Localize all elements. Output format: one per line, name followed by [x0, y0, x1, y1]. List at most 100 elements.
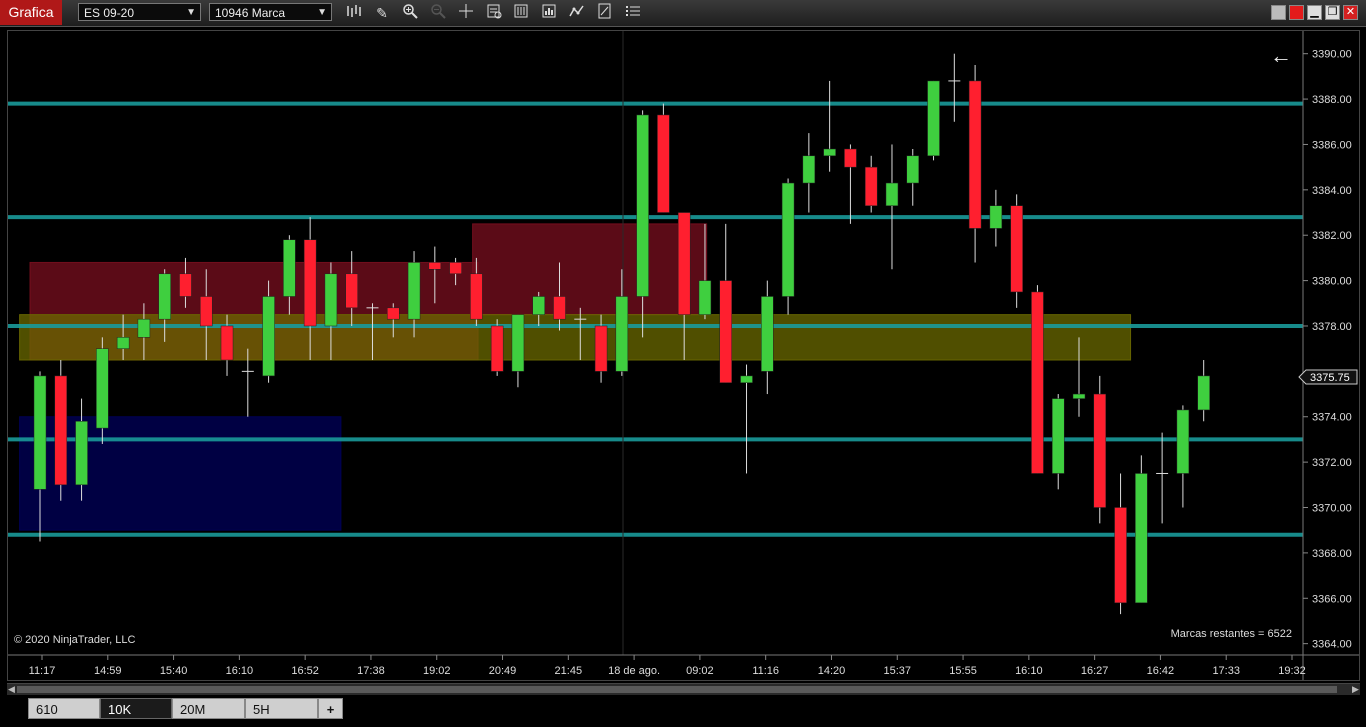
- time-tick-label: 11:16: [752, 665, 779, 677]
- data-box-icon[interactable]: [484, 3, 504, 23]
- time-tick-label: 16:10: [1015, 665, 1043, 677]
- tab-10k[interactable]: 10K: [100, 698, 172, 719]
- notes-icon[interactable]: [595, 3, 615, 23]
- scroll-right-icon[interactable]: ▶: [1351, 684, 1360, 695]
- candle-body: [220, 325, 234, 361]
- candle-body: [54, 375, 68, 486]
- candle[interactable]: [1093, 375, 1107, 524]
- bars-icon[interactable]: [344, 3, 364, 23]
- pencil-icon[interactable]: ✎: [372, 3, 392, 23]
- candle[interactable]: [490, 319, 504, 376]
- candle-body: [823, 148, 836, 157]
- candle-body: [802, 155, 816, 184]
- candle[interactable]: [781, 178, 795, 315]
- candle[interactable]: [864, 155, 878, 213]
- properties-icon[interactable]: [511, 3, 531, 23]
- time-tick-label: 15:55: [949, 665, 977, 677]
- candle-body: [470, 273, 483, 320]
- candle[interactable]: [823, 80, 836, 172]
- app-title[interactable]: Grafica: [0, 0, 62, 25]
- bar-type-selector[interactable]: 10946 Marca ▼: [209, 3, 332, 21]
- zoom-in-icon[interactable]: [400, 3, 420, 23]
- candle[interactable]: [1114, 473, 1127, 615]
- tab-20m[interactable]: 20M: [172, 698, 245, 719]
- time-tick-label: 20:49: [489, 665, 517, 677]
- scroll-thumb[interactable]: [17, 686, 1337, 693]
- candle[interactable]: [906, 148, 920, 206]
- zone-rect: [19, 416, 342, 531]
- candle[interactable]: [1010, 194, 1023, 308]
- bar-type-value: 10946 Marca: [215, 6, 286, 20]
- candle-body: [137, 318, 151, 338]
- time-tick-label: 17:33: [1212, 665, 1240, 677]
- candle[interactable]: [989, 189, 1003, 247]
- tab-bar: 610 10K 20M 5H +: [0, 696, 1366, 727]
- candle[interactable]: [54, 360, 68, 501]
- tab-610[interactable]: 610: [28, 698, 100, 719]
- candle[interactable]: [1051, 394, 1065, 490]
- candle[interactable]: [657, 103, 670, 213]
- scroll-left-icon[interactable]: ◀: [7, 684, 16, 695]
- candle-body: [387, 307, 400, 320]
- add-tab-button[interactable]: +: [318, 698, 343, 719]
- candle-body: [1010, 205, 1023, 293]
- time-tick-label: 11:17: [29, 665, 56, 677]
- candle[interactable]: [927, 80, 940, 161]
- price-chart[interactable]: 3390.00 3388.00 3386.00 3384.00 3382.00 3380.…: [8, 31, 1359, 680]
- color-swatch-gray[interactable]: [1271, 5, 1286, 20]
- candle-body: [844, 148, 857, 168]
- candle-body: [179, 273, 192, 297]
- chart-panel[interactable]: 3390.00 3388.00 3386.00 3384.00 3382.00 3380.…: [7, 30, 1360, 681]
- strategy-icon[interactable]: [539, 3, 559, 23]
- chevron-down-icon: ▼: [317, 7, 327, 18]
- candle-body: [449, 262, 462, 275]
- current-price-label: 3375.75: [1310, 372, 1350, 384]
- instrument-selector[interactable]: ES 09-20 ▼: [78, 3, 201, 21]
- candle[interactable]: [96, 337, 109, 444]
- indicators-icon[interactable]: [567, 3, 587, 23]
- candle-body: [927, 80, 940, 157]
- price-tick-label: 3370.00: [1312, 503, 1352, 515]
- candle-body: [740, 375, 753, 383]
- price-tick-label: 3366.00: [1312, 593, 1352, 605]
- candle[interactable]: [885, 144, 899, 270]
- candle-body: [553, 296, 566, 320]
- candle[interactable]: [844, 144, 857, 224]
- candle-body: [96, 348, 109, 429]
- candle-body: [594, 325, 608, 372]
- candle[interactable]: [719, 223, 732, 383]
- candle[interactable]: [1156, 432, 1169, 524]
- color-swatch-red[interactable]: [1289, 5, 1304, 20]
- candle[interactable]: [968, 65, 982, 263]
- candle-body: [407, 262, 421, 320]
- candle[interactable]: [1031, 285, 1044, 474]
- candle-body: [116, 337, 130, 349]
- close-icon[interactable]: ✕: [1343, 5, 1358, 20]
- candle[interactable]: [1197, 360, 1210, 422]
- candle[interactable]: [802, 133, 816, 213]
- list-icon[interactable]: [623, 3, 643, 23]
- candle-body: [1176, 409, 1190, 474]
- back-arrow-icon[interactable]: ←: [1270, 43, 1292, 68]
- zoom-out-icon[interactable]: [428, 3, 448, 23]
- time-tick-label: 14:20: [818, 665, 846, 677]
- chevron-down-icon: ▼: [186, 7, 196, 18]
- candle-body: [511, 314, 525, 372]
- horizontal-scrollbar[interactable]: ◀ ▶: [7, 683, 1360, 695]
- candle[interactable]: [740, 364, 753, 474]
- candle[interactable]: [948, 53, 961, 122]
- candle[interactable]: [511, 314, 525, 388]
- price-tick-label: 3382.00: [1312, 230, 1352, 242]
- candle[interactable]: [1135, 455, 1148, 604]
- crosshair-icon[interactable]: [456, 3, 476, 23]
- time-tick-label: 14:59: [94, 665, 122, 677]
- minimize-icon[interactable]: ▁: [1307, 5, 1322, 20]
- candle[interactable]: [1176, 405, 1190, 508]
- candle-body: [490, 325, 504, 372]
- candle-body: [698, 280, 712, 315]
- time-tick-label: 15:40: [160, 665, 188, 677]
- tab-5h[interactable]: 5H: [245, 698, 318, 719]
- time-tick-label: 17:38: [357, 665, 385, 677]
- restore-icon[interactable]: ❐: [1325, 5, 1340, 20]
- candle[interactable]: [761, 280, 774, 395]
